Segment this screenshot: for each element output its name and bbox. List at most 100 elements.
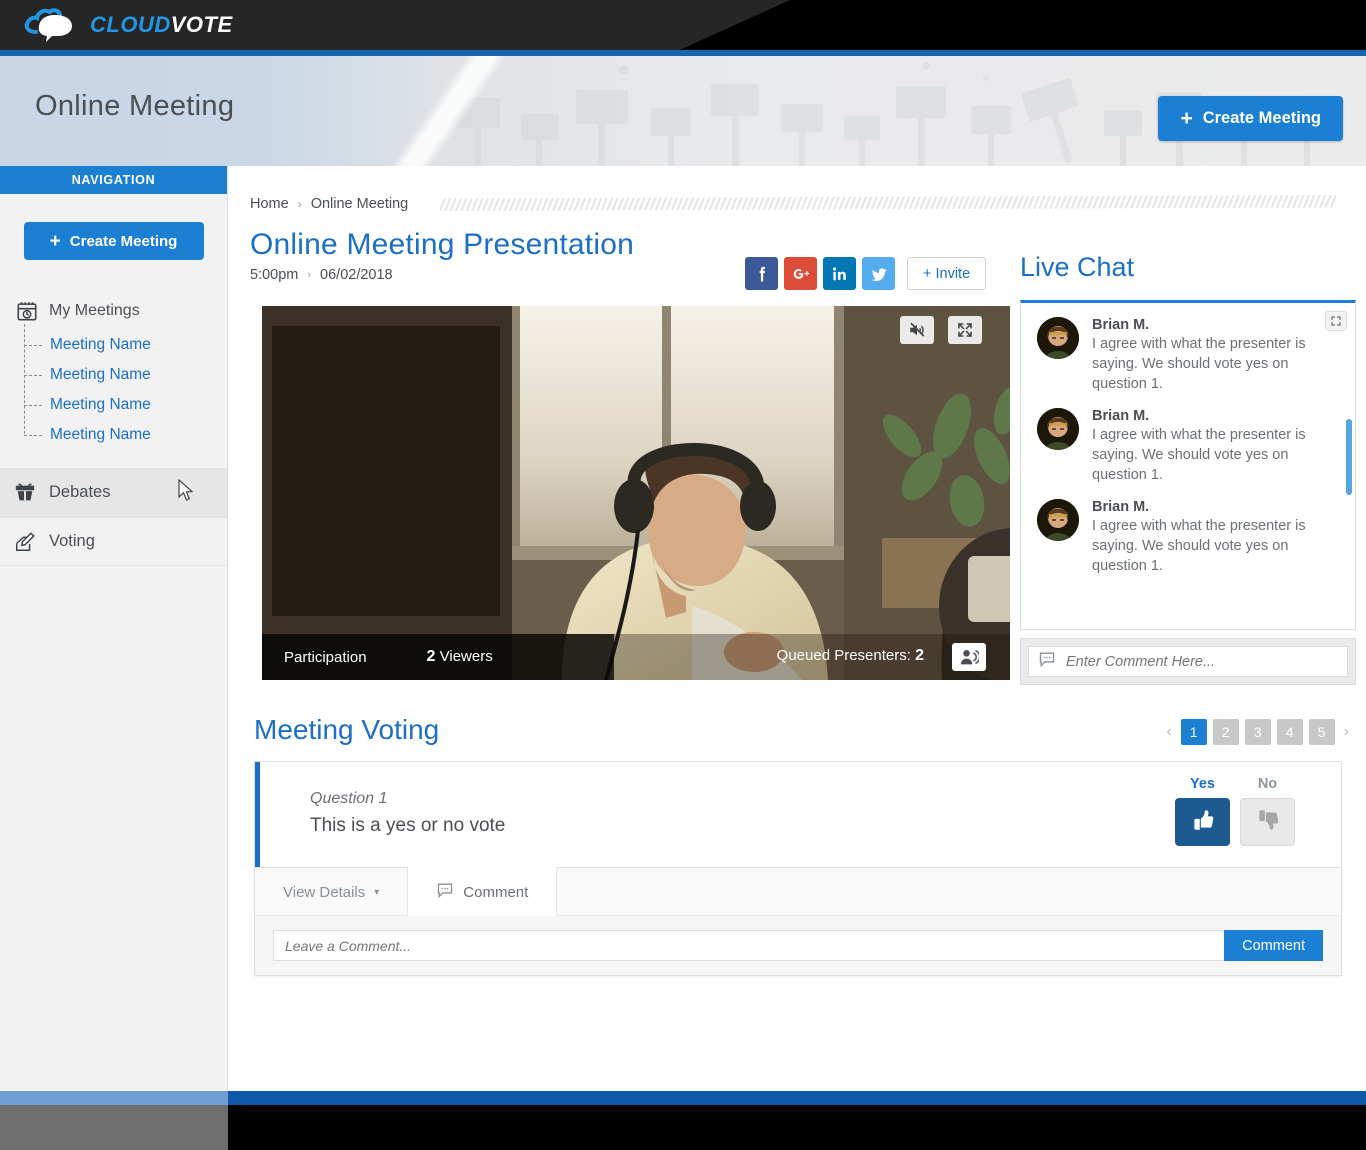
tab-comment-label: Comment: [463, 883, 529, 901]
pagination-page-3[interactable]: 3: [1244, 719, 1271, 745]
comment-input[interactable]: [273, 930, 1225, 961]
viewers-count: 2: [426, 648, 436, 665]
live-chat-title: Live Chat: [1020, 252, 1135, 282]
chat-message-body: Brian M. I agree with what the presenter…: [1092, 317, 1339, 394]
sidebar-meeting-link-2[interactable]: Meeting Name: [50, 396, 151, 414]
meeting-title-block: Online Meeting Presentation 5:00pm › 06/…: [250, 228, 634, 283]
video-player[interactable]: Participation 2 Viewers Queued Presenter…: [262, 306, 1010, 680]
create-meeting-button-sidebar[interactable]: + Create Meeting: [23, 222, 204, 260]
chat-message: Brian M. I agree with what the presenter…: [1021, 485, 1355, 576]
create-meeting-button-header[interactable]: + Create Meeting: [1158, 96, 1343, 141]
my-meetings-section: My Meetings Meeting Name Meeting Name Me…: [0, 294, 227, 450]
mute-icon[interactable]: [900, 316, 934, 344]
main-content: Home › Online Meeting Online Meeting Pre…: [228, 166, 1366, 1091]
logo-text-vote: VOTE: [170, 12, 233, 37]
comment-bar: Comment: [255, 915, 1341, 975]
chevron-down-icon: ▾: [374, 886, 380, 898]
social-share-bar: + Invite: [745, 257, 987, 290]
twitter-icon[interactable]: [862, 257, 895, 290]
chat-comment-input[interactable]: [1066, 653, 1338, 670]
pagination-next[interactable]: ›: [1341, 723, 1352, 741]
presenter-speaking-icon[interactable]: [952, 643, 986, 671]
vote-no-group: No: [1240, 776, 1295, 846]
plus-icon: +: [49, 230, 61, 252]
queued-presenters-count: 2: [915, 647, 924, 664]
viewers-count-block: 2 Viewers: [427, 648, 493, 666]
breadcrumb-home[interactable]: Home: [250, 196, 289, 212]
footer-accent-sidebar: [0, 1091, 228, 1105]
linkedin-icon[interactable]: [823, 257, 856, 290]
avatar: [1037, 408, 1079, 450]
fullscreen-icon[interactable]: [948, 316, 982, 344]
navigation-header: NAVIGATION: [0, 166, 227, 194]
vote-question-row: Question 1 This is a yes or no vote Yes: [255, 762, 1341, 867]
plus-icon: +: [1180, 107, 1193, 130]
footer-sidebar: [0, 1105, 228, 1150]
chat-input-row[interactable]: [1028, 646, 1348, 677]
chat-scrollbar[interactable]: [1346, 419, 1352, 495]
footer-main: [228, 1105, 1366, 1150]
podium-icon: [14, 482, 36, 504]
pagination-prev[interactable]: ‹: [1163, 723, 1174, 741]
breadcrumb-decoration: [440, 195, 1336, 211]
invite-button[interactable]: + Invite: [907, 257, 987, 290]
vote-buttons: Yes No: [1175, 776, 1295, 846]
sidebar-item-my-meetings-label: My Meetings: [49, 302, 140, 319]
list-item[interactable]: Meeting Name: [24, 420, 227, 450]
tab-view-details-label: View Details: [283, 883, 366, 901]
sidebar-item-voting-label: Voting: [49, 532, 95, 550]
app-root: CLOUDVOTE Online Meeting + Create Meetin…: [0, 0, 1366, 1150]
list-item[interactable]: Meeting Name: [24, 330, 227, 360]
chat-message-author: Brian M.: [1092, 408, 1150, 424]
sidebar-meeting-link-0[interactable]: Meeting Name: [50, 336, 151, 354]
logo-text-cloud: CLOUD: [90, 12, 171, 37]
sidebar-item-my-meetings[interactable]: My Meetings: [0, 294, 227, 328]
vote-no-button[interactable]: [1240, 798, 1295, 846]
calendar-clock-icon: [16, 300, 38, 322]
question-text: This is a yes or no vote: [310, 815, 506, 836]
video-status-bar: Participation 2 Viewers Queued Presenter…: [262, 634, 1010, 680]
page-banner: Online Meeting + Create Meeting: [0, 56, 1366, 166]
pagination-page-5[interactable]: 5: [1308, 719, 1335, 745]
avatar: [1037, 499, 1079, 541]
mouse-cursor-icon: [178, 478, 196, 503]
google-plus-icon[interactable]: [784, 257, 817, 290]
meeting-voting-title: Meeting Voting: [254, 714, 440, 745]
comment-submit-button[interactable]: Comment: [1224, 930, 1323, 961]
banner-diagonal-highlight: [302, 56, 588, 166]
tab-view-details[interactable]: View Details ▾: [255, 868, 409, 916]
create-meeting-button-header-label: Create Meeting: [1202, 109, 1321, 127]
sidebar-item-debates[interactable]: Debates: [0, 468, 227, 517]
live-chat-panel: Live Chat Brian M. I agree with what the…: [1020, 252, 1356, 685]
facebook-icon[interactable]: [745, 257, 778, 290]
tab-comment[interactable]: Comment: [408, 867, 558, 916]
comment-bubble-icon: [436, 882, 454, 902]
pagination-page-4[interactable]: 4: [1276, 719, 1303, 745]
list-item[interactable]: Meeting Name: [24, 360, 227, 390]
expand-icon[interactable]: [1325, 311, 1347, 331]
meeting-date: 06/02/2018: [320, 267, 393, 283]
footer-accent-main: [228, 1091, 1366, 1105]
question-label: Question 1: [310, 790, 388, 807]
sidebar-item-voting[interactable]: Voting: [0, 517, 227, 566]
participation-label: Participation: [284, 648, 367, 666]
pagination-page-1[interactable]: 1: [1180, 719, 1207, 745]
meeting-datetime: 5:00pm › 06/02/2018: [250, 267, 634, 283]
sidebar-meeting-link-3[interactable]: Meeting Name: [50, 426, 151, 444]
logo[interactable]: CLOUDVOTE: [22, 5, 233, 45]
vote-yes-button[interactable]: [1175, 798, 1230, 846]
breadcrumb-current[interactable]: Online Meeting: [311, 196, 409, 212]
pagination-page-2[interactable]: 2: [1212, 719, 1239, 745]
thumbs-up-icon: [1190, 807, 1216, 838]
list-item[interactable]: Meeting Name: [24, 390, 227, 420]
chevron-right-icon: ›: [307, 269, 312, 281]
queued-presenters-label: Queued Presenters:: [776, 647, 911, 664]
vote-card: Question 1 This is a yes or no vote Yes: [254, 761, 1342, 976]
top-bar: CLOUDVOTE: [0, 0, 1366, 50]
meeting-time: 5:00pm: [250, 267, 299, 283]
avatar: [1037, 317, 1079, 359]
meeting-tree: Meeting Name Meeting Name Meeting Name M…: [24, 324, 227, 450]
chat-message-text: I agree with what the presenter is sayin…: [1092, 427, 1306, 483]
sidebar-meeting-link-1[interactable]: Meeting Name: [50, 366, 151, 384]
video-stream-image: [262, 306, 1010, 680]
